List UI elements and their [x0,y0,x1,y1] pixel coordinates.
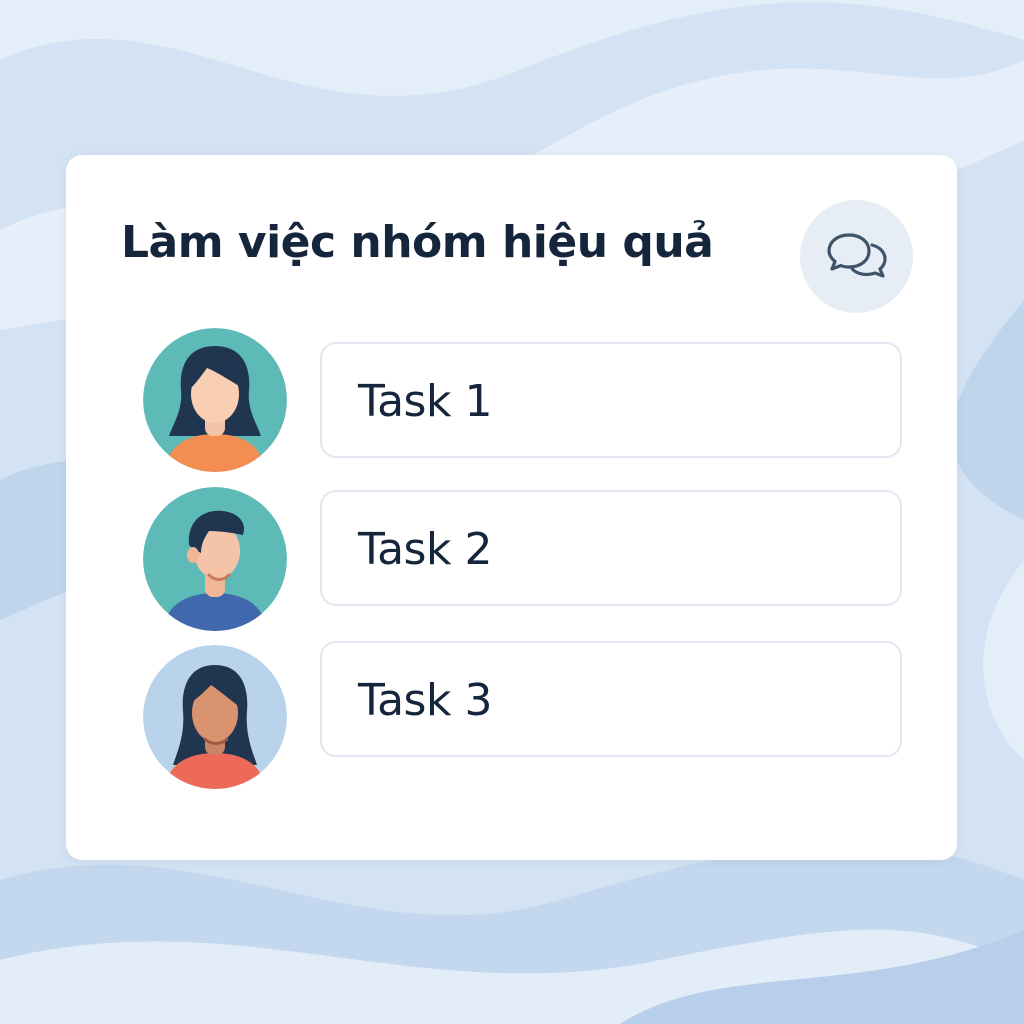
task-label: Task 3 [358,675,492,726]
task-label: Task 2 [358,524,492,575]
task-item-3[interactable]: Task 3 [320,641,902,757]
task-item-2[interactable]: Task 2 [320,490,902,606]
avatar [143,487,287,631]
task-row: Task 2 [66,487,957,631]
avatar [143,645,287,789]
chat-button[interactable] [800,200,913,313]
woman-avatar-icon [143,645,287,789]
woman-avatar-icon [143,328,287,472]
chat-bubbles-icon [826,232,887,278]
task-row: Task 3 [66,641,957,789]
card-title: Làm việc nhóm hiệu quả [121,217,714,268]
man-avatar-icon [143,487,287,631]
avatar [143,328,287,472]
task-item-1[interactable]: Task 1 [320,342,902,458]
task-row: Task 1 [66,328,957,472]
teamwork-card: Làm việc nhóm hiệu quả Task 1 Task 2 Tas… [66,155,957,860]
task-label: Task 1 [358,376,492,427]
